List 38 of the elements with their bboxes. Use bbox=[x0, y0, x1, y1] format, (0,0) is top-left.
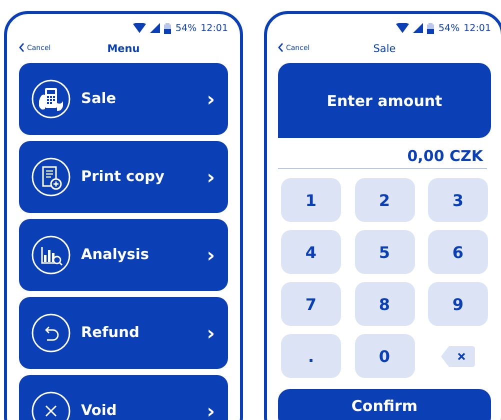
hand-terminal-icon bbox=[31, 79, 71, 119]
clock-time: 12:01 bbox=[464, 22, 491, 34]
keypad-key[interactable]: 8 bbox=[354, 282, 414, 326]
confirm-button[interactable]: Confirm bbox=[278, 389, 491, 420]
menu-item[interactable]: Print copy › bbox=[19, 141, 228, 213]
receipt-plus-icon bbox=[31, 157, 71, 197]
menu-item[interactable]: Refund › bbox=[19, 297, 228, 369]
keypad-key[interactable]: 5 bbox=[354, 230, 414, 274]
chevron-left-icon bbox=[19, 43, 24, 52]
wifi-icon bbox=[396, 23, 410, 33]
battery-level: 54% bbox=[175, 22, 197, 34]
signal-icon bbox=[150, 23, 160, 33]
amount-field[interactable]: 0,00 CZK bbox=[278, 138, 487, 169]
prompt-text: Enter amount bbox=[326, 92, 442, 110]
screen-title: Sale bbox=[373, 43, 396, 55]
chevron-left-icon bbox=[278, 43, 283, 52]
screen-title: Menu bbox=[107, 43, 140, 55]
keypad-key[interactable]: 6 bbox=[428, 230, 488, 274]
keypad-key[interactable]: 2 bbox=[354, 178, 414, 222]
menu-item[interactable]: Void › bbox=[19, 375, 228, 420]
keypad-key[interactable]: 1 bbox=[281, 178, 341, 222]
keypad-key[interactable]: 9 bbox=[428, 282, 488, 326]
keypad-key[interactable]: 3 bbox=[428, 178, 488, 222]
battery-icon bbox=[427, 22, 434, 34]
backspace-key[interactable] bbox=[441, 346, 475, 366]
battery-icon bbox=[164, 22, 172, 34]
keypad-key[interactable]: 4 bbox=[281, 230, 341, 274]
wifi-icon bbox=[133, 23, 146, 33]
clock-time: 12:01 bbox=[200, 22, 228, 34]
signal-icon bbox=[413, 23, 424, 33]
chart-magnifier-icon bbox=[31, 235, 71, 275]
keypad-key[interactable]: . bbox=[281, 334, 341, 378]
keypad-key[interactable]: 0 bbox=[354, 334, 414, 378]
battery-level: 54% bbox=[438, 22, 460, 34]
cross-icon bbox=[31, 391, 71, 420]
menu-item[interactable]: Sale › bbox=[19, 63, 228, 135]
keypad-key[interactable]: 7 bbox=[281, 282, 341, 326]
menu-item[interactable]: Analysis › bbox=[19, 219, 228, 291]
